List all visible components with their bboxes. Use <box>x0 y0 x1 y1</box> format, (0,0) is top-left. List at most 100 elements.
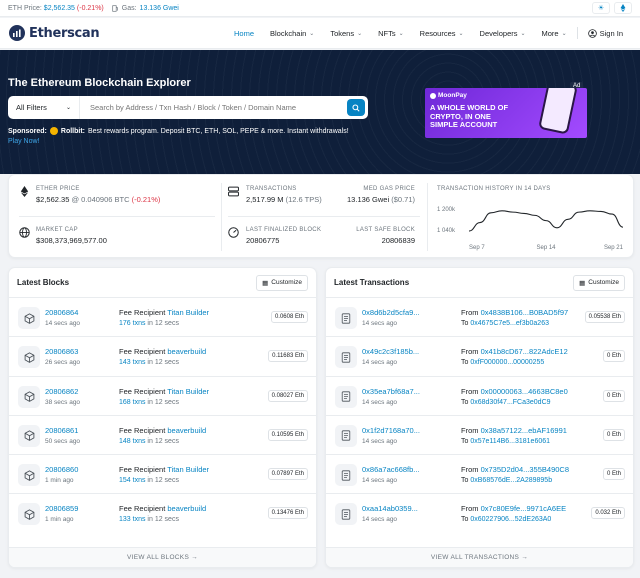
ether-price-label: ETHER PRICE <box>36 186 80 192</box>
customize-label: Customize <box>271 279 302 286</box>
search-filter-select[interactable]: All Filters ⌄ <box>8 96 80 119</box>
tx-to-link[interactable]: 0xB68576dE...2A289895b <box>470 477 552 484</box>
transaction-row: 0x35ea7bf68a7... 14 secs ago From 0x000000… <box>326 377 633 416</box>
tx-from-link[interactable]: 0x38a57122...ebAF16991 <box>481 426 567 435</box>
search-input[interactable] <box>80 103 347 112</box>
theme-toggle-button[interactable]: ☀ <box>592 2 610 14</box>
transaction-row: 0x1f2d7168a70... 14 secs ago From 0x38a571… <box>326 416 633 456</box>
x-tick-label: Sep 21 <box>604 245 624 251</box>
tx-hash-link[interactable]: 0xaa14ab0359... <box>362 504 418 513</box>
tx-to-link[interactable]: 0x60227906...52dE263A0 <box>470 516 551 523</box>
tx-hash-link[interactable]: 0x49c2c3f185b... <box>362 347 419 356</box>
tx-from-to-cell: From 0x4838B106...B0BAD5f97 To 0x4675C7e5… <box>461 308 568 327</box>
block-recipient-cell: Fee Recipient Titan Builder 154 txns in 1… <box>119 465 209 484</box>
chevron-down-icon: ⌄ <box>357 30 363 37</box>
block-number-link[interactable]: 20806860 <box>45 465 78 474</box>
block-txns-link[interactable]: 148 txns <box>119 438 145 445</box>
tx-hash-link[interactable]: 0x86a7ac668fb... <box>362 465 420 474</box>
etherscan-logo[interactable]: Etherscan <box>9 25 100 41</box>
nav-nfts[interactable]: NFTs ⌄ <box>370 29 412 38</box>
block-time: in 12 secs <box>147 359 179 367</box>
latest-blocks-title: Latest Blocks <box>17 278 70 287</box>
block-id-cell: 20806859 1 min ago <box>45 504 78 523</box>
main-menu: Home Blockchain ⌄ Tokens ⌄ NFTs ⌄ Resources… <box>226 27 631 39</box>
tx-to-link[interactable]: 0xfF000000...00000255 <box>470 359 544 366</box>
tx-hash-line: 0x35ea7bf68a7... <box>362 387 420 396</box>
block-txns-link[interactable]: 168 txns <box>119 399 145 406</box>
transactions-customize-button[interactable]: ▦ Customize <box>573 274 625 291</box>
nav-more[interactable]: More ⌄ <box>534 29 575 38</box>
block-txns-link[interactable]: 154 txns <box>119 477 145 484</box>
eth-price-label: ETH Price: <box>8 4 42 12</box>
block-txns-link[interactable]: 176 txns <box>119 320 145 327</box>
block-txns-link[interactable]: 143 txns <box>119 359 145 366</box>
finalized-block-value[interactable]: 20806775 <box>246 236 279 245</box>
grid-icon: ▦ <box>579 279 586 287</box>
divider <box>19 216 215 217</box>
transactions-value[interactable]: 2,517.99 M <box>246 195 284 204</box>
block-row: 20806861 50 secs ago Fee Recipient beaverb… <box>9 416 316 456</box>
tx-hash-link[interactable]: 0x1f2d7168a70... <box>362 426 420 435</box>
fee-recipient-link[interactable]: Titan Builder <box>167 465 209 474</box>
gas-value-link[interactable]: 13.136 Gwei <box>140 5 179 12</box>
block-recipient-cell: Fee Recipient beaverbuild 143 txns in 12 … <box>119 347 206 366</box>
nav-nfts-label: NFTs <box>378 28 396 38</box>
search-button[interactable] <box>347 99 365 116</box>
block-txns-line: 143 txns in 12 secs <box>119 359 206 366</box>
tx-from-link[interactable]: 0x00000063...4663BC8e0 <box>481 387 568 396</box>
tx-from-link[interactable]: 0x7c80E9fe...9971cA6EE <box>481 504 566 513</box>
tx-from-link[interactable]: 0x41b8cD67...822AdcE12 <box>481 347 568 356</box>
block-number-link[interactable]: 20806863 <box>45 347 78 356</box>
eth-price-link[interactable]: $2,562.35 <box>44 5 75 12</box>
tx-from-link[interactable]: 0x735D2d04...355B490C8 <box>481 465 569 474</box>
fee-recipient-link[interactable]: Titan Builder <box>167 308 209 317</box>
tx-to-link[interactable]: 0x4675C7e5...ef3b0a263 <box>470 320 549 327</box>
ether-btc-value: @ 0.040906 BTC <box>71 195 130 204</box>
med-gas-stat: MED GAS PRICE 13.136 Gwei ($0.71) <box>347 186 415 204</box>
block-reward-badge: 0.11683 Eth <box>268 350 308 363</box>
search-bar: All Filters ⌄ <box>8 96 368 119</box>
block-number-link[interactable]: 20806859 <box>45 504 78 513</box>
tx-to-link[interactable]: 0x68d30f47...FCa3e0dC9 <box>470 399 550 406</box>
nav-developers[interactable]: Developers ⌄ <box>472 29 534 38</box>
safe-block-value[interactable]: 20806839 <box>382 236 415 245</box>
fee-recipient-link[interactable]: beaverbuild <box>167 347 206 356</box>
nav-blockchain[interactable]: Blockchain ⌄ <box>262 29 322 38</box>
sponsor-text: Best rewards program. Deposit BTC, ETH, … <box>88 127 349 135</box>
block-number-link[interactable]: 20806864 <box>45 308 78 317</box>
blocks-customize-button[interactable]: ▦ Customize <box>256 274 308 291</box>
moonpay-ad-banner[interactable]: MoonPay A whole world of crypto, in one … <box>425 88 587 138</box>
nav-tokens[interactable]: Tokens ⌄ <box>322 29 370 38</box>
block-time: in 12 secs <box>147 320 179 327</box>
tx-from-label: From <box>461 465 479 475</box>
view-all-transactions-link[interactable]: VIEW ALL TRANSACTIONS → <box>326 547 633 567</box>
tx-hash-cell: 0x8d6b2d5cfa9... 14 secs ago <box>362 308 420 327</box>
tx-hash-link[interactable]: 0x8d6b2d5cfa9... <box>362 308 420 317</box>
network-button[interactable] <box>614 2 632 14</box>
fee-recipient-link[interactable]: beaverbuild <box>167 426 206 435</box>
tx-from-to-cell: From 0x41b8cD67...822AdcE12 To 0xfF000000… <box>461 347 568 366</box>
tx-age: 14 secs ago <box>362 359 398 367</box>
play-now-link[interactable]: Play Now! <box>8 138 40 145</box>
ethereum-icon <box>620 4 626 12</box>
ether-price-value[interactable]: $2,562.35 <box>36 195 69 204</box>
nav-home[interactable]: Home <box>226 29 262 38</box>
tx-from-link[interactable]: 0x4838B106...B0BAD5f97 <box>481 308 569 317</box>
block-cube-icon <box>18 307 40 329</box>
grid-icon: ▦ <box>262 279 269 287</box>
divider <box>228 216 420 217</box>
fee-recipient-link[interactable]: beaverbuild <box>167 504 206 513</box>
tx-age: 14 secs ago <box>362 437 398 445</box>
tx-to-label: To <box>461 477 469 485</box>
sign-in-link[interactable]: Sign In <box>580 29 631 38</box>
block-number-link[interactable]: 20806861 <box>45 426 78 435</box>
block-number-link[interactable]: 20806862 <box>45 387 78 396</box>
speedometer-icon <box>228 227 239 238</box>
nav-resources[interactable]: Resources ⌄ <box>412 29 472 38</box>
tx-to-link[interactable]: 0x57e114B6...3181e6061 <box>470 438 550 445</box>
med-gas-value[interactable]: 13.136 Gwei <box>347 195 389 204</box>
block-txns-link[interactable]: 133 txns <box>119 516 145 523</box>
fee-recipient-link[interactable]: Titan Builder <box>167 387 209 396</box>
view-all-blocks-link[interactable]: VIEW ALL BLOCKS → <box>9 547 316 567</box>
tx-hash-link[interactable]: 0x35ea7bf68a7... <box>362 387 420 396</box>
